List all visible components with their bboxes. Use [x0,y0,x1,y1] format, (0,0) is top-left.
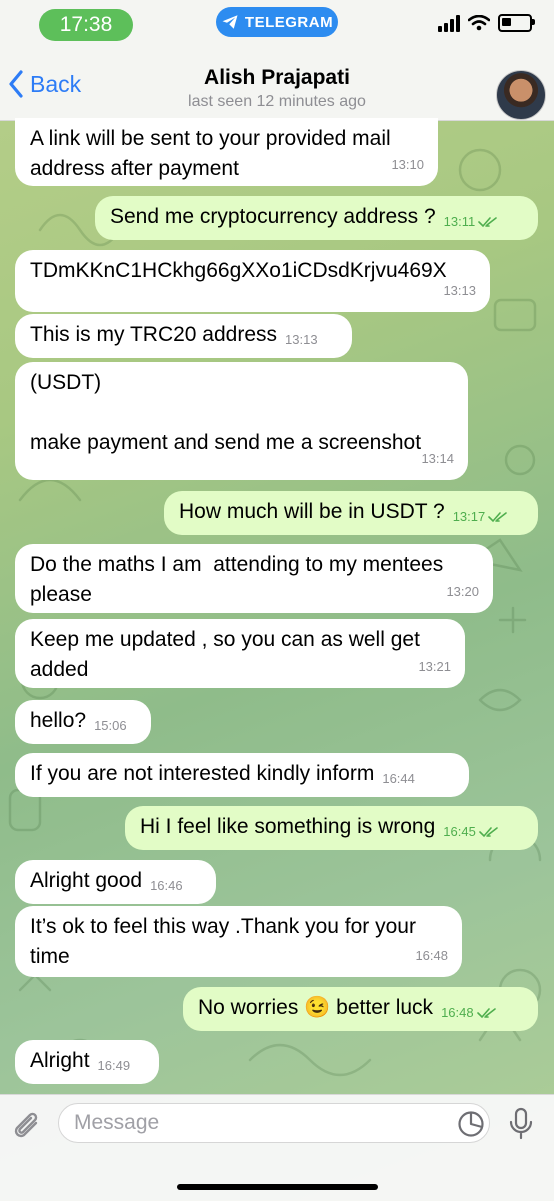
battery-icon [498,14,535,32]
status-icons [438,14,535,32]
message-time: 13:13 [285,332,318,347]
message-time: 16:48 [415,948,448,963]
status-time: 17:38 [39,9,133,41]
message-text: It’s ok to feel this way .Thank you for … [30,915,416,968]
double-check-icon [476,1008,496,1019]
message-bubble-incoming[interactable]: Do the maths I am attending to my mentee… [15,544,493,613]
message-text: Do the maths I am attending to my mentee… [30,553,444,606]
message-text: A link will be sent to your provided mai… [30,127,391,180]
message-bubble-outgoing[interactable]: How much will be in USDT ? 13:17 [164,491,538,535]
message-text: hello? [30,709,87,732]
message-time: 16:46 [150,878,183,893]
message-time: 16:48 [441,1005,474,1020]
message-time: 15:06 [94,718,127,733]
double-check-icon [488,512,508,523]
message-time: 13:14 [421,451,454,466]
message-text: Hi I feel like something is wrong [140,815,436,838]
double-check-icon [478,217,498,228]
message-bubble-incoming[interactable]: hello? 15:06 [15,700,151,744]
message-text: Alright good [30,869,143,892]
telegram-pill-label: TELEGRAM [244,13,334,31]
message-time: 16:44 [382,771,415,786]
message-text: No worries 😉 better luck [198,996,434,1019]
message-text: (USDT) make payment and send me a screen… [30,371,422,454]
message-bubble-outgoing[interactable]: Hi I feel like something is wrong 16:45 [125,806,538,850]
message-text: TDmKKnC1HCkhg66gXXo1iCDsdKrjvu469X [30,259,447,282]
cellular-signal-icon [438,14,460,32]
navigation-header: 17:38 TELEGRAM Back Alish Prajapati last… [0,0,554,121]
message-text: Alright [30,1049,90,1072]
message-bubble-incoming[interactable]: It’s ok to feel this way .Thank you for … [15,906,462,977]
avatar[interactable] [496,70,546,120]
message-bubble-incoming[interactable]: If you are not interested kindly inform 1… [15,753,469,797]
last-seen-status: last seen 12 minutes ago [188,93,366,110]
message-time: 16:49 [97,1058,131,1073]
double-check-icon [479,827,498,838]
paper-plane-icon [222,15,238,29]
message-bubble-incoming[interactable]: A link will be sent to your provided mai… [15,118,438,186]
message-time: 13:21 [418,659,451,674]
home-indicator[interactable] [177,1184,378,1190]
message-text: How much will be in USDT ? [179,500,445,523]
message-bubble-incoming[interactable]: This is my TRC20 address 13:13 [15,314,352,358]
paperclip-icon[interactable] [12,1111,44,1147]
microphone-icon[interactable] [508,1107,534,1141]
message-text: Keep me updated , so you can as well get… [30,628,420,681]
message-bubble-incoming[interactable]: TDmKKnC1HCkhg66gXXo1iCDsdKrjvu469X 13:13 [15,250,490,312]
message-time: 13:10 [391,157,424,172]
message-text: This is my TRC20 address [30,323,278,346]
message-time: 13:20 [446,584,479,599]
contact-name[interactable]: Alish Prajapati [0,66,554,90]
message-bubble-outgoing[interactable]: No worries 😉 better luck 16:48 [183,987,538,1031]
message-time: 16:45 [443,824,476,839]
message-time: 13:11 [443,214,476,229]
message-time: 13:17 [452,509,486,524]
message-text: If you are not interested kindly inform [30,762,375,785]
message-time: 13:13 [443,283,476,298]
message-bubble-outgoing[interactable]: Send me cryptocurrency address ? 13:11 [95,196,538,240]
message-bubble-incoming[interactable]: Keep me updated , so you can as well get… [15,619,465,688]
message-bubble-incoming[interactable]: Alright 16:49 [15,1040,159,1084]
wifi-icon [468,15,490,31]
message-bubble-incoming[interactable]: Alright good 16:46 [15,860,216,904]
message-text: Send me cryptocurrency address ? [110,205,436,228]
sticker-icon[interactable] [457,1110,485,1138]
telegram-pill[interactable]: TELEGRAM [216,7,338,37]
message-bubble-incoming[interactable]: (USDT) make payment and send me a screen… [15,362,468,480]
message-input[interactable] [58,1103,490,1143]
